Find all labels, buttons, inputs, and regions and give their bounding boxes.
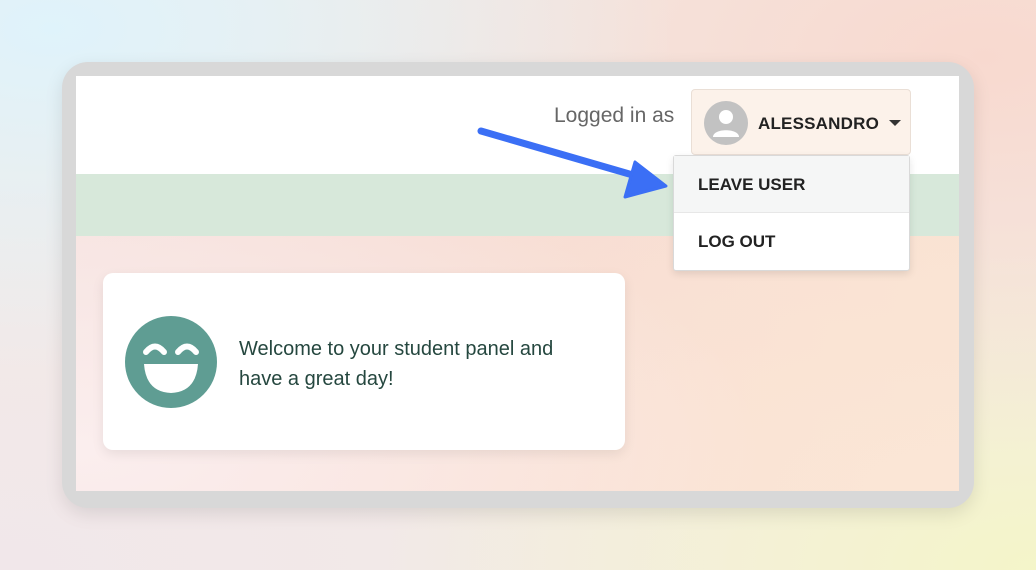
log-out-menu-item[interactable]: LOG OUT <box>674 213 909 270</box>
logged-in-label: Logged in as <box>554 104 675 127</box>
welcome-card: Welcome to your student panel and have a… <box>103 273 625 450</box>
welcome-message: Welcome to your student panel and have a… <box>239 338 554 390</box>
user-menu-button[interactable]: ALESSANDRO <box>691 89 911 155</box>
leave-user-menu-item[interactable]: LEAVE USER <box>674 156 909 213</box>
app-screen: Logged in as ALESSANDRO Welcome to your … <box>76 76 959 491</box>
caret-down-icon <box>889 120 901 126</box>
user-name: ALESSANDRO <box>758 114 880 133</box>
user-avatar-icon <box>704 101 748 145</box>
user-dropdown-menu: LEAVE USER LOG OUT <box>673 155 910 271</box>
smiley-icon <box>125 316 217 408</box>
